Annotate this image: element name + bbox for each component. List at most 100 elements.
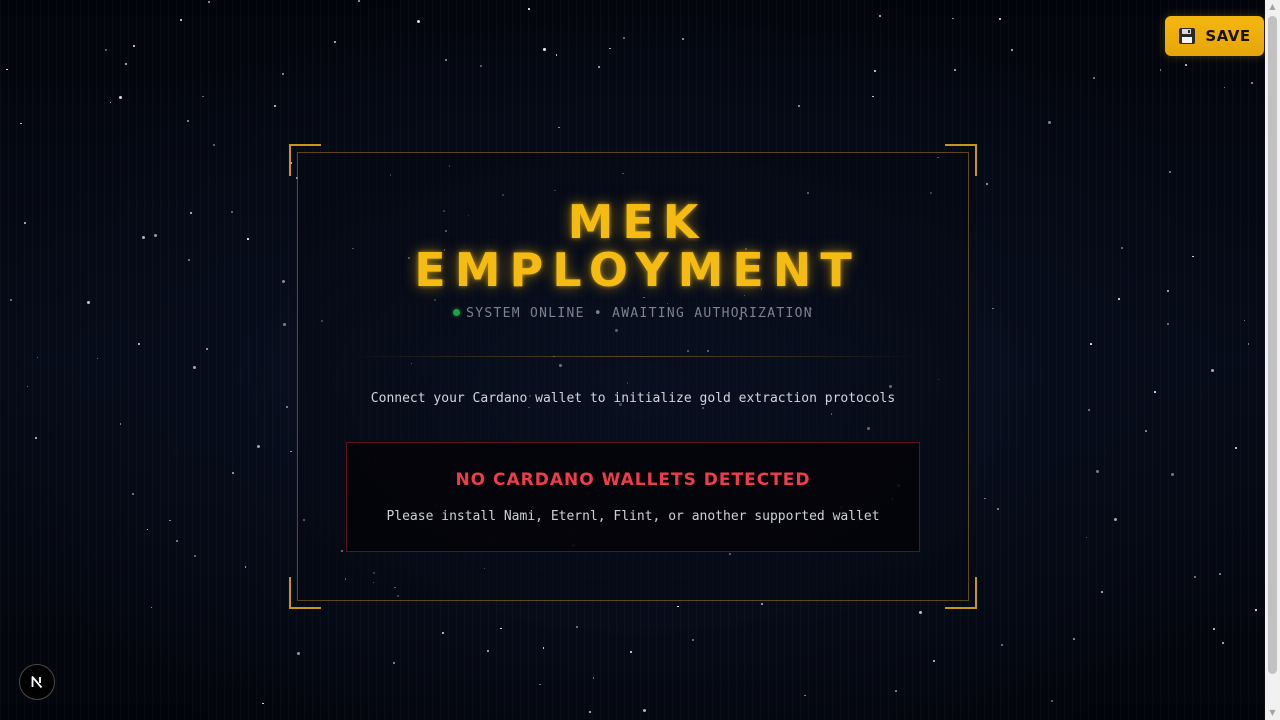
star — [1121, 247, 1124, 250]
star — [1166, 323, 1169, 326]
star — [487, 650, 489, 652]
star — [1255, 609, 1257, 611]
star — [542, 48, 546, 52]
star — [1113, 518, 1117, 522]
star — [1193, 576, 1196, 579]
star — [1221, 641, 1224, 644]
floppy-disk-icon — [1179, 28, 1196, 44]
star — [1048, 121, 1052, 125]
star — [609, 47, 611, 50]
error-message: Please install Nami, Eternl, Flint, or a… — [386, 509, 880, 524]
star — [169, 519, 171, 522]
star — [202, 95, 204, 98]
star — [290, 450, 292, 453]
wallet-error-box: NO CARDANO WALLETS DETECTED Please insta… — [346, 442, 920, 552]
star — [417, 19, 421, 23]
star — [179, 18, 182, 21]
frame-corner-bottom-right — [945, 577, 977, 609]
star — [999, 17, 1002, 20]
star — [247, 238, 249, 240]
star — [1001, 643, 1004, 646]
page-title: MEK EMPLOYMENT — [297, 198, 969, 294]
star — [1073, 638, 1075, 640]
title-line-1: MEK — [567, 195, 708, 249]
connect-instructions: Connect your Cardano wallet to initializ… — [370, 391, 896, 406]
star — [150, 606, 153, 609]
star — [205, 348, 208, 351]
star — [282, 323, 286, 327]
star — [109, 101, 112, 104]
star — [257, 445, 261, 449]
frame-corner-top-right — [945, 144, 977, 176]
star — [677, 605, 679, 608]
star — [528, 8, 530, 10]
frame-corner-top-left — [289, 144, 321, 176]
star — [1168, 171, 1171, 174]
star — [24, 222, 27, 225]
star — [1219, 573, 1222, 576]
star — [96, 357, 99, 360]
star — [393, 662, 396, 665]
star — [286, 406, 289, 409]
star — [1088, 408, 1091, 411]
nextjs-n-icon — [31, 676, 43, 689]
star — [20, 122, 22, 125]
divider — [346, 356, 920, 357]
star — [137, 343, 140, 346]
star — [1234, 447, 1237, 450]
star — [273, 104, 276, 107]
star — [118, 96, 122, 100]
star — [872, 95, 874, 98]
nextjs-dev-badge[interactable] — [19, 664, 55, 700]
star — [1210, 369, 1214, 373]
page: MEK EMPLOYMENT SYSTEM ONLINE • AWAITING … — [0, 0, 1280, 720]
star — [1085, 536, 1088, 539]
star — [1010, 49, 1013, 52]
star — [542, 647, 545, 649]
star — [207, 0, 210, 3]
star — [642, 709, 646, 713]
star — [244, 566, 247, 568]
frame-corner-bottom-left — [289, 577, 321, 609]
star — [1223, 86, 1226, 89]
star — [334, 41, 337, 44]
star — [36, 356, 39, 359]
star — [1212, 627, 1215, 630]
star — [539, 683, 541, 686]
star — [692, 638, 695, 641]
star — [984, 497, 986, 500]
star — [479, 64, 482, 67]
star — [1167, 289, 1170, 292]
star — [1185, 64, 1187, 66]
vertical-scrollbar[interactable]: ▲ ▼ — [1265, 0, 1280, 720]
star — [1092, 76, 1095, 79]
save-button[interactable]: SAVE — [1165, 16, 1264, 56]
star — [558, 126, 560, 129]
scroll-down-arrow-icon[interactable]: ▼ — [1265, 706, 1280, 720]
star — [119, 423, 122, 425]
star — [142, 235, 146, 239]
star — [176, 539, 179, 542]
star — [86, 300, 90, 304]
star — [629, 650, 632, 653]
star — [1118, 298, 1120, 300]
scrollbar-thumb[interactable] — [1268, 16, 1277, 674]
star — [933, 660, 936, 663]
star — [873, 70, 876, 73]
star — [575, 626, 578, 629]
scroll-up-arrow-icon[interactable]: ▲ — [1265, 0, 1280, 14]
star — [35, 437, 38, 440]
star — [187, 258, 190, 261]
star — [954, 68, 957, 71]
system-status: SYSTEM ONLINE • AWAITING AUTHORIZATION — [297, 306, 969, 321]
save-label: SAVE — [1205, 27, 1251, 45]
star — [986, 183, 989, 186]
star — [589, 711, 592, 714]
star — [681, 37, 684, 40]
star — [798, 105, 800, 107]
star — [878, 15, 881, 18]
star — [281, 280, 285, 284]
star — [992, 307, 994, 310]
star — [1096, 469, 1100, 473]
star — [190, 212, 193, 215]
